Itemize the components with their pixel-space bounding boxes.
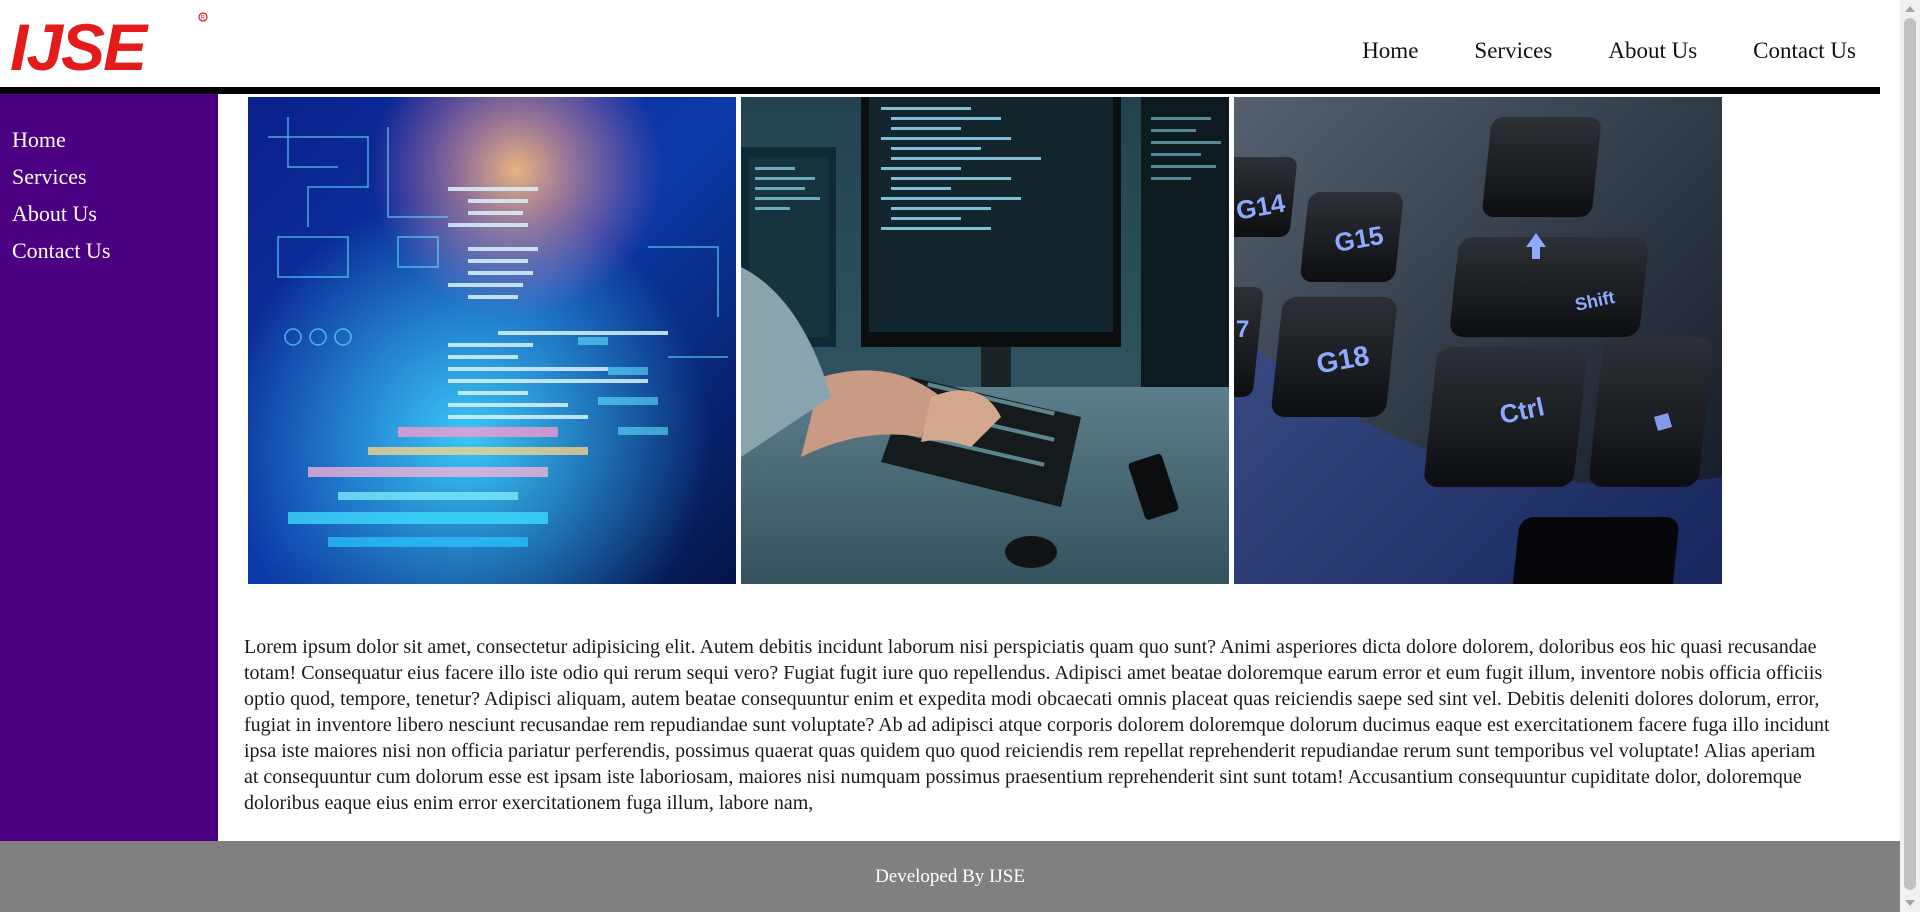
- code-hologram-photo: [248, 97, 736, 584]
- sidebar-item-home[interactable]: Home: [12, 126, 110, 153]
- sidebar: Home Services About Us Contact Us: [0, 94, 218, 841]
- header-divider: [0, 87, 1880, 94]
- top-nav-about-us[interactable]: About Us: [1608, 38, 1697, 64]
- sidebar-item-services[interactable]: Services: [12, 163, 110, 190]
- sidebar-item-about-us[interactable]: About Us: [12, 200, 110, 227]
- sidebar-item-contact-us[interactable]: Contact Us: [12, 237, 110, 264]
- top-nav-services[interactable]: Services: [1474, 38, 1552, 64]
- site-header: IJSE R Home Services About Us Contact Us: [0, 0, 1880, 88]
- scroll-down-arrow-icon[interactable]: [1905, 900, 1915, 906]
- sidebar-nav: Home Services About Us Contact Us: [12, 126, 110, 264]
- key-label-7: 7: [1236, 316, 1249, 343]
- scroll-up-arrow-icon[interactable]: [1905, 6, 1915, 12]
- image-gallery: G14 G15 G18 Ctrl Shift 7: [248, 97, 1722, 584]
- developer-at-monitors-photo: [741, 97, 1229, 584]
- scroll-thumb[interactable]: [1904, 18, 1916, 890]
- vertical-scrollbar[interactable]: [1900, 0, 1920, 912]
- top-nav-contact-us[interactable]: Contact Us: [1753, 38, 1856, 64]
- site-footer: Developed By IJSE: [0, 841, 1900, 912]
- top-nav: Home Services About Us Contact Us: [1362, 38, 1856, 64]
- content-paragraph: Lorem ipsum dolor sit amet, consectetur …: [244, 636, 1830, 814]
- top-nav-home[interactable]: Home: [1362, 38, 1418, 64]
- svg-text:R: R: [201, 16, 206, 22]
- ijse-logo[interactable]: IJSE R: [10, 8, 210, 84]
- logo-text: IJSE: [10, 10, 149, 78]
- footer-text: Developed By IJSE: [875, 865, 1025, 887]
- ijse-logo-graphic: IJSE R: [10, 10, 208, 84]
- keyboard-closeup-photo: G14 G15 G18 Ctrl Shift 7: [1234, 97, 1722, 584]
